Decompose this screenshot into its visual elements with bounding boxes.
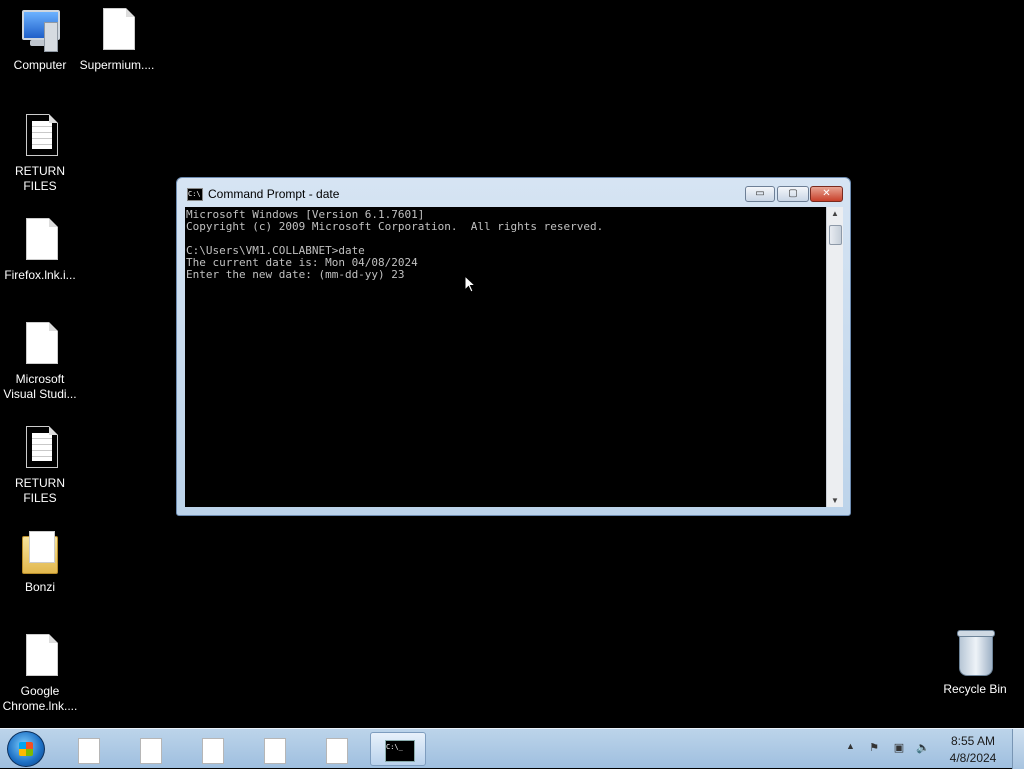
desktop-icon-return-files-2[interactable]: RETURN FILES — [0, 426, 80, 506]
network-icon[interactable]: ▣ — [891, 741, 907, 755]
minimize-button[interactable]: ▭ — [745, 186, 775, 202]
taskbar-item-file-5[interactable] — [308, 732, 364, 766]
file-icon — [140, 738, 162, 764]
clock-time: 8:55 AM — [950, 734, 996, 748]
console-line: Enter the new date: (mm-dd-yy) 23 — [186, 268, 405, 281]
close-button[interactable]: ✕ — [810, 186, 843, 202]
vertical-scrollbar[interactable]: ▲ ▼ — [826, 207, 843, 507]
desktop-icon-bonzi[interactable]: Bonzi — [0, 530, 80, 595]
file-icon — [97, 8, 137, 54]
scrollbar-thumb[interactable] — [829, 225, 842, 245]
window-title: Command Prompt - date — [208, 187, 340, 201]
system-clock[interactable]: 8:55 AM 4/8/2024 — [940, 733, 1006, 767]
console-output[interactable]: Microsoft Windows [Version 6.1.7601] Copy… — [185, 207, 826, 507]
desktop-icon-label: Microsoft Visual Studi... — [3, 372, 77, 401]
folder-icon — [20, 530, 60, 576]
desktop-icon-firefox[interactable]: Firefox.lnk.i... — [0, 218, 80, 283]
command-prompt-icon: C:\_ — [385, 740, 415, 762]
taskbar-item-command-prompt[interactable]: C:\_ — [370, 732, 426, 766]
desktop-icon-computer[interactable]: Computer — [0, 8, 80, 73]
computer-icon — [20, 8, 60, 54]
file-icon — [202, 738, 224, 764]
desktop-icon-google-chrome[interactable]: Google Chrome.lnk.... — [0, 634, 80, 714]
maximize-button[interactable]: ▢ — [777, 186, 809, 202]
taskbar: C:\_ ▲ ⚑ ▣ 🔈 8:55 AM 4/8/2024 — [0, 728, 1024, 769]
file-icon — [264, 738, 286, 764]
clock-date: 4/8/2024 — [949, 751, 997, 765]
console-line: Copyright (c) 2009 Microsoft Corporation… — [186, 220, 604, 233]
desktop-icon-visual-studio[interactable]: Microsoft Visual Studi... — [0, 322, 80, 402]
file-icon — [326, 738, 348, 764]
desktop-icon-label: Supermium.... — [79, 58, 155, 72]
desktop-icon-label: Computer — [13, 58, 67, 72]
desktop-icon-supermium[interactable]: Supermium.... — [77, 8, 157, 73]
file-icon — [78, 738, 100, 764]
command-prompt-icon: C:\ — [187, 187, 203, 201]
window-title-bar[interactable]: C:\ Command Prompt - date — [187, 187, 339, 201]
recycle-bin-icon — [955, 630, 995, 678]
taskbar-item-file-1[interactable] — [60, 732, 116, 766]
desktop-icon-label: RETURN FILES — [15, 476, 65, 505]
desktop-icon-label: Bonzi — [24, 580, 56, 594]
scroll-down-arrow-icon[interactable]: ▼ — [827, 496, 843, 505]
show-desktop-button[interactable] — [1012, 729, 1024, 769]
volume-muted-icon[interactable]: 🔈 — [915, 741, 931, 755]
taskbar-item-file-2[interactable] — [122, 732, 178, 766]
desktop-icon-label: RETURN FILES — [15, 164, 65, 193]
start-button[interactable] — [7, 731, 45, 767]
desktop-icon-recycle-bin[interactable]: Recycle Bin — [935, 630, 1015, 697]
desktop-icon-return-files-1[interactable]: RETURN FILES — [0, 114, 80, 194]
desktop-icon-label: Google Chrome.lnk.... — [2, 684, 78, 713]
desktop-icon-label: Firefox.lnk.i... — [4, 268, 76, 282]
action-center-icon[interactable]: ⚑ — [866, 741, 882, 755]
desktop-icon-label: Recycle Bin — [943, 682, 1007, 696]
command-prompt-window[interactable]: C:\ Command Prompt - date ▭ ▢ ✕ Microsof… — [176, 177, 851, 516]
show-hidden-icons-button[interactable]: ▲ — [846, 741, 855, 751]
file-icon — [20, 634, 60, 680]
file-icon — [20, 218, 60, 264]
scroll-up-arrow-icon[interactable]: ▲ — [827, 209, 843, 218]
taskbar-item-file-3[interactable] — [184, 732, 240, 766]
taskbar-item-file-4[interactable] — [246, 732, 302, 766]
windows-logo-icon — [19, 742, 33, 756]
file-icon — [20, 322, 60, 368]
text-file-icon — [20, 114, 60, 160]
text-file-icon — [20, 426, 60, 472]
